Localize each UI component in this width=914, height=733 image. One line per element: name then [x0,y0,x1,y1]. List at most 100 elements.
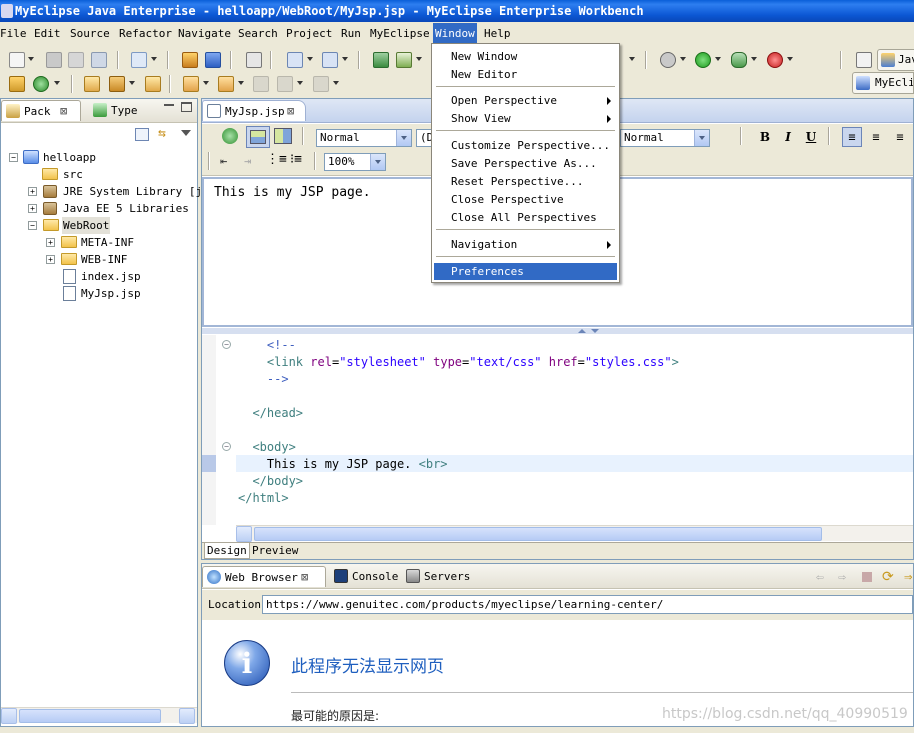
tab-preview[interactable]: Preview [250,543,300,559]
back-arrow-icon[interactable]: ⇦ [816,570,824,585]
menu-file[interactable]: File [0,23,29,44]
debug-icon[interactable] [660,52,676,68]
tree-item-index-jsp[interactable]: index.jsp [1,268,197,285]
menu-item-new-editor[interactable]: New Editor [434,66,617,83]
view-menu-chevron-down-icon[interactable] [181,130,191,136]
scroll-left-button[interactable] [236,526,252,542]
font-size-select[interactable]: Normal [620,129,710,147]
paragraph-style-select[interactable]: Normal [316,129,412,147]
bold-button[interactable]: B [755,127,775,147]
chevron-down-icon[interactable] [396,130,411,146]
run-icon[interactable] [695,52,711,68]
align-left-button[interactable]: ≡ [842,127,862,147]
menu-navigate[interactable]: Navigate [176,23,233,44]
menu-item-new-window[interactable]: New Window [434,48,617,65]
align-right-button[interactable]: ≡ [890,127,910,147]
font-select[interactable]: (De [416,129,432,147]
tree-item-meta-inf[interactable]: + META-INF [1,234,197,251]
menu-item-close-all-perspectives[interactable]: Close All Perspectives [434,209,617,226]
menu-item-close-perspective[interactable]: Close Perspective [434,191,617,208]
tab-myjsp[interactable]: MyJsp.jsp ⊠ [202,100,306,121]
chevron-down-icon[interactable] [416,57,422,61]
menu-run[interactable]: Run [339,23,363,44]
tab-package-explorer[interactable]: Pack ⊠ [1,100,81,121]
tab-web-browser[interactable]: Web Browser ⊠ [202,566,326,587]
new-icon[interactable] [9,52,25,68]
menu-item-preferences[interactable]: Preferences [434,263,617,280]
tree-item-web-inf[interactable]: + WEB-INF [1,251,197,268]
align-center-button[interactable]: ≡ [866,127,886,147]
tree-item-myjsp-jsp[interactable]: MyJsp.jsp [1,285,197,302]
menu-item-show-view[interactable]: Show View [434,110,617,127]
chevron-down-icon[interactable] [629,57,635,61]
menu-search[interactable]: Search [236,23,280,44]
splitter[interactable] [202,328,913,334]
italic-button[interactable]: I [778,127,798,147]
open-resource-icon[interactable] [145,76,161,92]
chevron-down-icon[interactable] [787,57,793,61]
back-icon[interactable] [277,76,293,92]
deploy-icon[interactable] [205,52,221,68]
expand-icon[interactable]: + [46,238,55,247]
menu-item-reset-perspective[interactable]: Reset Perspective... [434,173,617,190]
chevron-down-icon[interactable] [307,57,313,61]
chevron-down-icon[interactable] [54,81,60,85]
menu-item-navigation[interactable]: Navigation [434,236,617,253]
refresh-design-icon[interactable] [222,128,238,144]
open-perspective-icon[interactable] [856,52,872,68]
go-icon[interactable]: ⇒ [904,569,912,585]
menu-item-customize-perspective[interactable]: Customize Perspective... [434,137,617,154]
chevron-down-icon[interactable] [751,57,757,61]
forward-arrow-icon[interactable]: ⇨ [838,570,846,585]
tree-item-jre-library[interactable]: + JRE System Library [jd [1,183,209,200]
new-wizard-icon[interactable] [131,52,147,68]
chevron-down-icon[interactable] [694,130,709,146]
chevron-down-icon[interactable] [129,81,135,85]
collapse-icon[interactable]: − [28,221,37,230]
menu-source[interactable]: Source [68,23,112,44]
save-icon[interactable] [46,52,62,68]
open-type-icon[interactable] [84,76,100,92]
left-horizontal-scrollbar[interactable] [1,707,197,724]
location-input[interactable]: https://www.genuitec.com/products/myecli… [262,595,913,614]
splitter-down-arrow-icon[interactable] [591,329,599,333]
brush-icon[interactable] [287,52,303,68]
refresh-icon[interactable] [33,76,49,92]
zoom-select[interactable]: 100% [324,153,386,171]
chevron-down-icon[interactable] [238,81,244,85]
chevron-down-icon[interactable] [203,81,209,85]
collapse-icon[interactable]: − [9,153,18,162]
scroll-thumb[interactable] [19,709,161,723]
perspective-java-button[interactable]: Jav [877,49,914,71]
search-icon[interactable] [322,52,338,68]
tree-item-webroot[interactable]: − WebRoot [1,217,197,234]
editor-horizontal-scrollbar[interactable] [236,525,913,542]
link-editor-icon[interactable]: ⇆ [158,127,172,141]
chevron-down-icon[interactable] [297,81,303,85]
scroll-right-button[interactable] [179,708,195,724]
stop-icon[interactable] [862,572,872,582]
scroll-thumb[interactable] [254,527,822,541]
outdent-icon[interactable]: ⇤ [220,154,236,168]
menu-item-open-perspective[interactable]: Open Perspective [434,92,617,109]
menu-myeclipse[interactable]: MyEclipse [368,23,432,44]
chevron-down-icon[interactable] [342,57,348,61]
print-icon[interactable] [91,52,107,68]
tab-design[interactable]: Design [204,543,250,559]
save-all-icon[interactable] [68,52,84,68]
external-tools-icon[interactable] [731,52,747,68]
menu-window[interactable]: Window [433,23,477,44]
tab-servers[interactable]: Servers [402,566,474,587]
menu-edit[interactable]: Edit [32,23,63,44]
last-edit-icon[interactable] [253,76,269,92]
hierarchy-icon[interactable] [373,52,389,68]
pencil-icon[interactable] [109,76,125,92]
fold-icon[interactable]: − [222,442,231,451]
close-icon[interactable]: ⊠ [301,567,308,588]
chevron-down-icon[interactable] [333,81,339,85]
expand-icon[interactable]: + [46,255,55,264]
refresh-icon[interactable]: ⟳ [882,569,894,585]
chevron-down-icon[interactable] [680,57,686,61]
chevron-down-icon[interactable] [370,154,385,170]
tab-console[interactable]: Console [330,566,402,587]
